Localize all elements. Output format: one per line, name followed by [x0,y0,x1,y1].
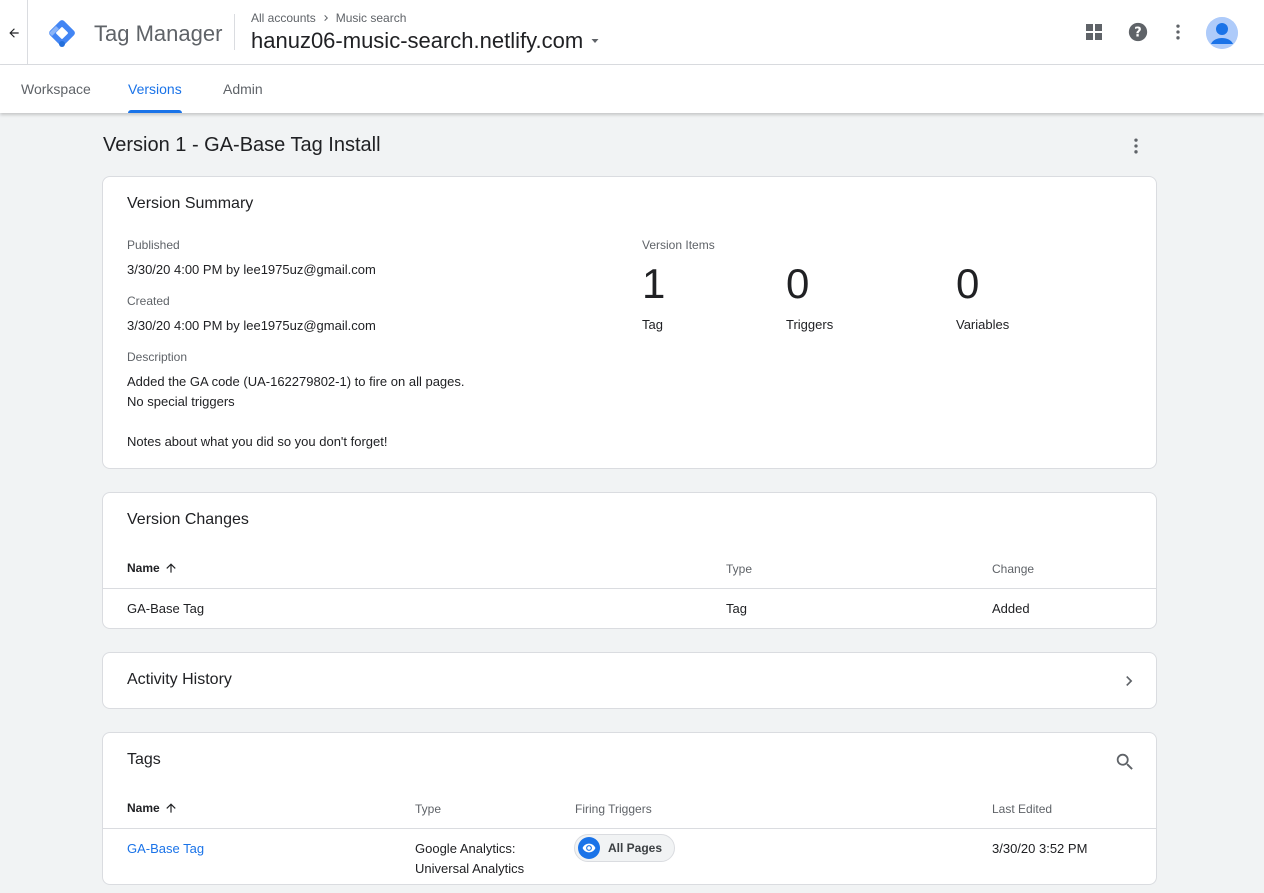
tag-count-label: Tag [642,317,663,332]
header-divider [234,14,235,50]
eye-icon [578,837,600,859]
change-row-name: GA-Base Tag [127,601,205,616]
column-header-name[interactable]: Name [127,801,178,815]
tag-type-line: Universal Analytics [415,861,525,876]
row-divider [103,588,1156,589]
activity-history-title: Activity History [127,671,232,688]
change-row-change: Added [992,601,1030,616]
account-avatar-icon [1206,17,1238,49]
variable-count: 0 [956,260,980,307]
column-header-last-edited: Last Edited [992,802,1053,816]
breadcrumb-account-name[interactable]: Music search [336,11,407,25]
tag-type-line: Google Analytics: [415,841,516,856]
tags-title: Tags [127,751,161,768]
page-title: Version 1 - GA-Base Tag Install [103,134,381,156]
tab-admin[interactable]: Admin [223,65,263,113]
search-icon [1116,753,1133,770]
breadcrumb: All accounts Music search [251,11,406,25]
column-header-firing-triggers: Firing Triggers [575,802,652,816]
more-options-button[interactable] [1164,18,1192,46]
published-value: 3/30/20 4:00 PM by lee1975uz@gmail.com [127,262,376,277]
help-button[interactable]: ? [1124,18,1152,46]
column-header-name-label: Name [127,801,160,815]
description-label: Description [127,350,188,364]
sort-ascending-icon [166,563,176,573]
column-header-type: Type [726,562,753,576]
version-summary-card: Version Summary Published 3/30/20 4:00 P… [102,176,1157,469]
column-header-change: Change [992,562,1035,576]
more-vert-icon [1134,138,1138,154]
chevron-right-icon [323,15,328,21]
published-label: Published [127,238,180,252]
apps-grid-icon [1086,24,1102,40]
tag-name-link[interactable]: GA-Base Tag [127,841,204,856]
avatar[interactable] [1206,17,1238,49]
activity-history-card[interactable]: Activity History [102,652,1157,709]
change-row-type: Tag [726,601,747,616]
created-label: Created [127,294,170,308]
svg-text:?: ? [1134,26,1141,41]
app-bar: Tag Manager All accounts Music search ha… [0,0,1264,65]
tags-card: Tags Name Type Firing Triggers Last Edit… [102,732,1157,885]
trigger-count: 0 [786,260,810,307]
trigger-chip-label: All Pages [608,841,663,855]
version-changes-title: Version Changes [127,511,249,528]
column-header-name[interactable]: Name [127,561,178,575]
container-name: hanuz06-music-search.netlify.com [251,28,584,53]
tag-count: 1 [642,260,666,307]
dropdown-arrow-icon [591,39,599,43]
version-changes-card: Version Changes Name Type Change GA-Base… [102,492,1157,629]
product-name: Tag Manager [94,21,223,46]
tab-bar: Workspace Versions Admin [0,65,1264,113]
created-value: 3/30/20 4:00 PM by lee1975uz@gmail.com [127,318,376,333]
version-items-label: Version Items [642,238,715,252]
more-vert-icon [1176,24,1180,40]
sort-ascending-icon [166,803,176,813]
tag-manager-logo-icon [49,20,75,47]
version-summary-title: Version Summary [127,195,254,212]
help-icon: ? [1128,22,1148,42]
column-header-type: Type [415,802,442,816]
chevron-right-icon [1126,676,1133,686]
back-button[interactable] [0,0,28,65]
row-divider [103,828,1156,829]
trigger-chip-all-pages[interactable]: All Pages [574,834,676,862]
trigger-count-label: Triggers [786,317,834,332]
tab-versions[interactable]: Versions [128,65,182,113]
search-button[interactable] [1113,750,1137,774]
description-line: No special triggers [127,394,235,409]
breadcrumb-all-accounts[interactable]: All accounts [251,11,316,25]
description-line: Notes about what you did so you don't fo… [127,434,388,449]
variable-count-label: Variables [956,317,1010,332]
description-line: Added the GA code (UA-162279802-1) to fi… [127,374,465,389]
apps-button[interactable] [1080,18,1108,46]
container-selector[interactable]: hanuz06-music-search.netlify.com [251,28,601,54]
column-header-name-label: Name [127,561,160,575]
tab-workspace[interactable]: Workspace [21,65,91,113]
tag-last-edited: 3/30/20 3:52 PM [992,841,1088,856]
version-actions-button[interactable] [1124,134,1148,158]
arrow-back-icon [8,27,19,38]
